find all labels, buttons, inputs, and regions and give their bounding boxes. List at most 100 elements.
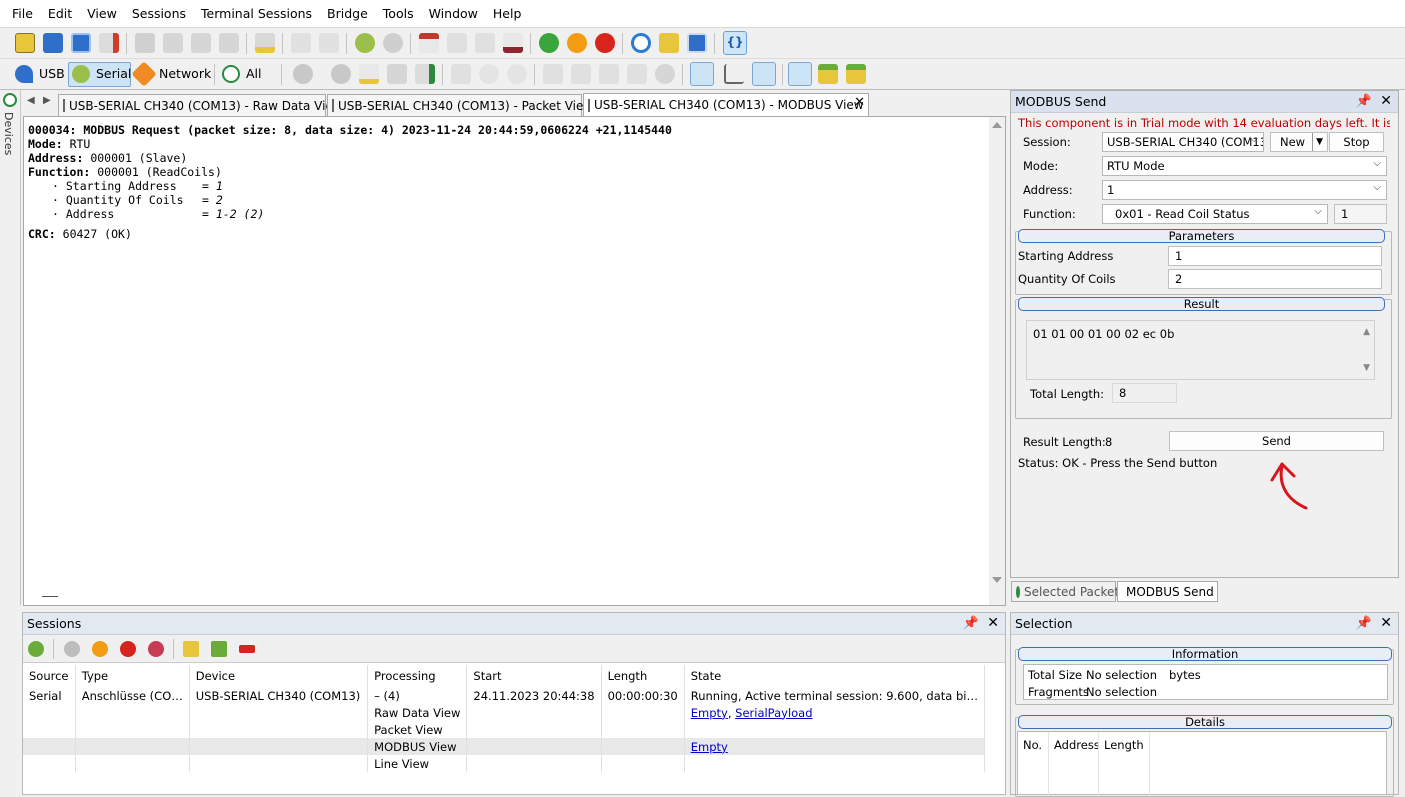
resize-grip[interactable]: [42, 596, 58, 597]
tab-selected-packet[interactable]: Selected Packet: [1011, 581, 1119, 602]
close-tab-icon[interactable]: ✕: [854, 95, 865, 110]
chart-active-icon[interactable]: [690, 62, 714, 86]
pause-icon[interactable]: [567, 33, 587, 53]
cluster-icon[interactable]: [655, 64, 675, 84]
menu-help[interactable]: Help: [493, 6, 522, 21]
devices-icon[interactable]: [3, 93, 17, 107]
scroll-down-icon[interactable]: ▼: [1363, 363, 1370, 373]
session-pause-icon[interactable]: [92, 641, 108, 657]
content-scrollbar[interactable]: [989, 117, 1005, 605]
next-icon[interactable]: [507, 64, 527, 84]
column-header-start[interactable]: Start: [466, 665, 602, 687]
cell-processing[interactable]: – (4): [367, 687, 468, 704]
menu-terminal-sessions[interactable]: Terminal Sessions: [201, 6, 312, 21]
pin-icon[interactable]: 📌: [1356, 94, 1372, 109]
properties-icon[interactable]: [255, 33, 275, 53]
serial-payload-link[interactable]: SerialPayload: [735, 706, 812, 720]
import-alt-icon[interactable]: [846, 64, 866, 84]
session-add-icon[interactable]: [211, 641, 227, 657]
close-icon[interactable]: ✕: [1380, 93, 1392, 109]
paste-icon[interactable]: [191, 33, 211, 53]
table-row[interactable]: Line View: [23, 755, 986, 772]
window-icon[interactable]: [687, 33, 707, 53]
pin-icon[interactable]: 📌: [1356, 616, 1372, 631]
session-open-icon[interactable]: [447, 33, 467, 53]
tab-raw-data-view[interactable]: USB-SERIAL CH340 (COM13) - Raw Data View: [58, 94, 343, 116]
column-header-address[interactable]: Address: [1054, 738, 1100, 752]
tab-scroll-right-icon[interactable]: ▶: [43, 95, 51, 106]
new-button[interactable]: New ▼: [1270, 132, 1328, 152]
script-braces-icon[interactable]: {}: [723, 31, 747, 55]
function-select[interactable]: 0x01 - Read Coil Status ⌵: [1102, 204, 1328, 224]
menu-sessions[interactable]: Sessions: [132, 6, 186, 21]
empty-link[interactable]: Empty: [691, 706, 728, 720]
settings-icon[interactable]: [659, 33, 679, 53]
save-icon[interactable]: [43, 33, 63, 53]
stop-button[interactable]: Stop: [1329, 132, 1384, 152]
scroll-down-icon[interactable]: [992, 577, 1002, 583]
line-chart-icon[interactable]: [724, 64, 744, 84]
select-2-icon[interactable]: [571, 64, 591, 84]
cut-icon[interactable]: [135, 33, 155, 53]
close-icon[interactable]: ✕: [1380, 615, 1392, 631]
connect-icon[interactable]: [355, 33, 375, 53]
column-header-length[interactable]: Length: [601, 665, 685, 687]
menu-bridge[interactable]: Bridge: [327, 6, 368, 21]
session-delete-icon[interactable]: [148, 641, 164, 657]
tab-modbus-send[interactable]: MODBUS Send: [1117, 581, 1218, 602]
cell-processing[interactable]: Raw Data View: [367, 704, 468, 721]
tab-scroll-left-icon[interactable]: ◀: [27, 95, 35, 106]
tab-modbus-view[interactable]: USB-SERIAL CH340 (COM13) - MODBUS View ✕: [583, 93, 869, 116]
table-row[interactable]: Raw Data View Empty, SerialPayload: [23, 704, 986, 721]
column-header-device[interactable]: Device: [189, 665, 369, 687]
starting-address-input[interactable]: 1: [1168, 246, 1382, 266]
import-icon[interactable]: [818, 64, 838, 84]
quantity-of-coils-input[interactable]: 2: [1168, 269, 1382, 289]
select-3-icon[interactable]: [599, 64, 619, 84]
all-filter-button[interactable]: All: [246, 66, 262, 81]
column-header-no[interactable]: No.: [1023, 738, 1042, 752]
play-icon[interactable]: [539, 33, 559, 53]
pin-icon[interactable]: 📌: [963, 616, 979, 631]
cell-processing[interactable]: Line View: [367, 755, 468, 772]
new-file-icon[interactable]: [15, 33, 35, 53]
usb-filter-button[interactable]: USB: [39, 66, 65, 81]
table-row[interactable]: Serial Anschlüsse (CO… USB-SERIAL CH340 …: [23, 687, 986, 704]
devices-tab[interactable]: Devices: [2, 112, 15, 155]
close-icon[interactable]: ✕: [987, 615, 999, 631]
menu-window[interactable]: Window: [429, 6, 478, 21]
table-row[interactable]: Packet View: [23, 721, 986, 738]
menu-tools[interactable]: Tools: [383, 6, 414, 21]
find-icon[interactable]: [291, 33, 311, 53]
session-new-icon[interactable]: [419, 33, 439, 53]
cell-processing[interactable]: MODBUS View: [367, 738, 468, 755]
previous-icon[interactable]: [479, 64, 499, 84]
session-save-icon[interactable]: [475, 33, 495, 53]
send-button[interactable]: Send: [1169, 431, 1384, 451]
checker-icon[interactable]: [387, 64, 407, 84]
menu-view[interactable]: View: [87, 6, 117, 21]
column-header-type[interactable]: Type: [75, 665, 190, 687]
tab-packet-view[interactable]: USB-SERIAL CH340 (COM13) - Packet View: [327, 94, 593, 116]
menu-file[interactable]: File: [12, 6, 33, 21]
session-stop-icon[interactable]: [120, 641, 136, 657]
bookmark-icon[interactable]: [451, 64, 471, 84]
disconnect-icon[interactable]: [383, 33, 403, 53]
session-select[interactable]: USB-SERIAL CH340 (COM13) ⌵: [1102, 132, 1264, 152]
network-filter-button[interactable]: Network: [159, 66, 211, 81]
bridge-dropdown-icon[interactable]: [293, 64, 313, 84]
stop-icon[interactable]: [595, 33, 615, 53]
column-header-length[interactable]: Length: [1104, 738, 1144, 752]
column-header-source[interactable]: Source: [23, 665, 76, 687]
session-columns-icon[interactable]: [183, 641, 199, 657]
import-active-icon[interactable]: [788, 62, 812, 86]
find-next-icon[interactable]: [319, 33, 339, 53]
column-header-state[interactable]: State: [684, 665, 986, 687]
cell-processing[interactable]: Packet View: [367, 721, 468, 738]
session-play-icon[interactable]: [64, 641, 80, 657]
select-4-icon[interactable]: [627, 64, 647, 84]
result-textarea[interactable]: 01 01 00 01 00 02 ec 0b ▲ ▼: [1026, 320, 1375, 380]
waveform-icon[interactable]: [359, 64, 379, 84]
scroll-up-icon[interactable]: [992, 122, 1002, 128]
empty-link[interactable]: Empty: [691, 740, 728, 754]
